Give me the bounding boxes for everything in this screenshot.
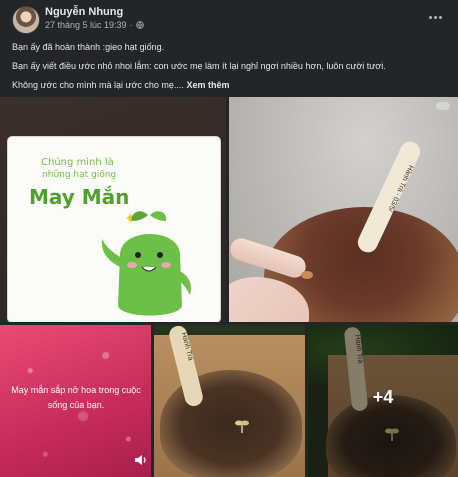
more-photos-overlay[interactable]: +4 <box>308 325 458 477</box>
author-avatar[interactable] <box>12 6 40 34</box>
more-photos-count: +4 <box>372 387 394 407</box>
pink-message-text: May mắn sắp nở hoa trong cuộc sống của b… <box>11 385 141 410</box>
more-horizontal-icon <box>428 15 432 19</box>
globe-icon <box>135 21 144 29</box>
card-text-line1: Chúng mình là <box>41 157 114 168</box>
seed <box>301 271 313 279</box>
see-more-link[interactable]: Xem thêm <box>186 80 229 90</box>
sprout <box>235 420 249 433</box>
speaker-icon[interactable] <box>134 453 148 467</box>
post-text: Bạn ấy đã hoàn thành :gieo hạt giống. Bạ… <box>12 40 448 97</box>
post-text-line: Bạn ấy đã hoàn thành :gieo hạt giống. <box>12 42 165 52</box>
author-name[interactable]: Nguyễn Nhung <box>45 6 123 18</box>
photo-seed-card[interactable]: Chúng mình là những hạt giống May Mắn ✦ <box>0 97 226 322</box>
seed-card: Chúng mình là những hạt giống May Mắn ✦ <box>8 137 220 322</box>
post-timestamp[interactable]: 27 tháng 5 lúc 19:39 <box>45 20 127 30</box>
photo-more[interactable]: Hành Trà +4 <box>308 325 458 477</box>
photo-pink-message[interactable]: May mắn sắp nở hoa trong cuộc sống của b… <box>0 325 151 477</box>
card-brand-title: May Mắn <box>29 185 130 209</box>
more-options-button[interactable] <box>426 9 444 25</box>
seed-mascot-illustration <box>101 211 191 316</box>
post-text-line: Không ước cho mình mà lại ước cho mẹ....… <box>12 78 448 93</box>
photo-planting-seed[interactable]: Hành Trà - 03/5/ <box>229 97 458 322</box>
photo-sprout[interactable]: Hành Trà <box>154 325 305 477</box>
card-text-line2: những hạt giống <box>42 170 117 180</box>
post-text-line: Bạn ấy viết điều ước nhỏ nhoi lắm: con ư… <box>12 61 386 71</box>
post-meta: 27 tháng 5 lúc 19:39 · <box>45 20 144 30</box>
meta-separator: · <box>129 20 133 30</box>
facebook-post: Nguyễn Nhung 27 tháng 5 lúc 19:39 · Bạn … <box>0 0 458 477</box>
post-text-fragment: Không ước cho mình mà lại ước cho mẹ.... <box>12 80 187 90</box>
